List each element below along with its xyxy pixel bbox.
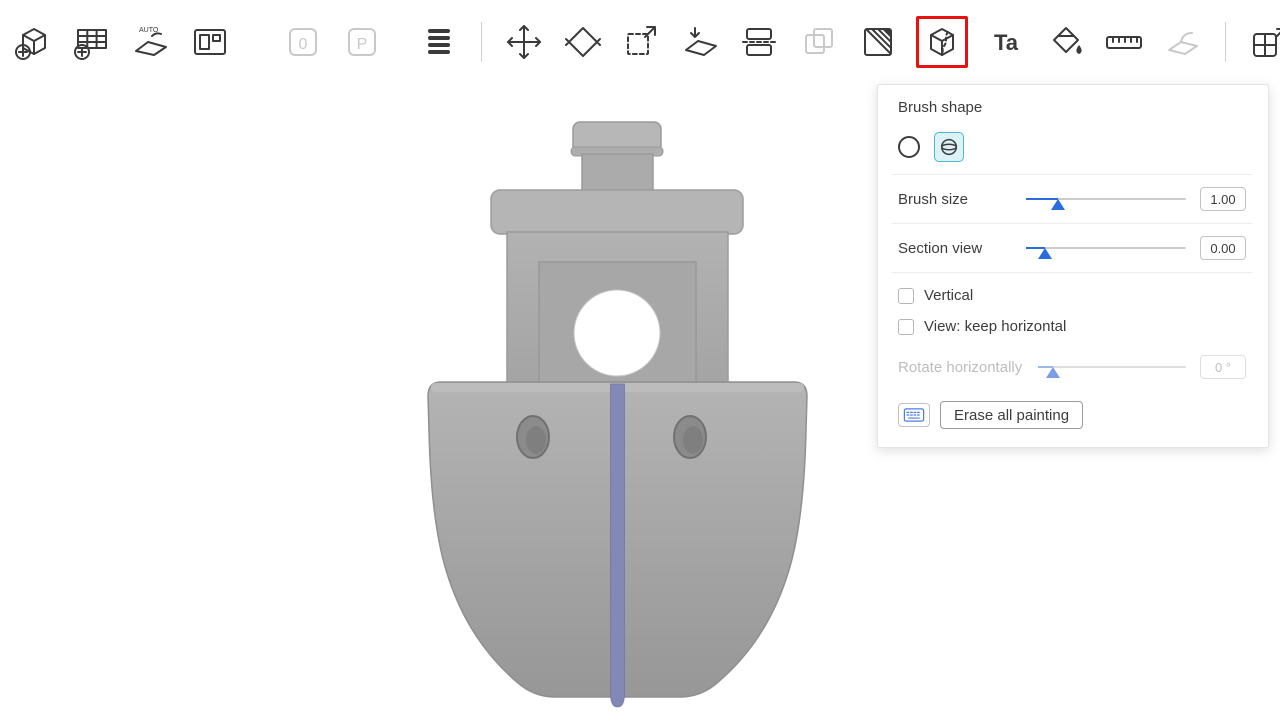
arrange-button[interactable]	[187, 19, 233, 65]
svg-text:0: 0	[299, 36, 308, 53]
section-view-value[interactable]: 0.00	[1200, 236, 1246, 260]
svg-text:Ta: Ta	[994, 30, 1019, 55]
brush-size-label: Brush size	[898, 191, 1026, 208]
panel-divider	[892, 174, 1252, 175]
lay-on-face-button[interactable]	[678, 19, 724, 65]
panel-divider	[892, 223, 1252, 224]
rotate-horizontally-slider	[1038, 356, 1186, 378]
add-object-button[interactable]	[10, 19, 56, 65]
section-view-label: Section view	[898, 240, 1026, 257]
rotate-horizontally-label: Rotate horizontally	[898, 359, 1038, 376]
erase-all-painting-button[interactable]: Erase all painting	[940, 401, 1083, 429]
brush-shape-label: Brush shape	[898, 99, 982, 116]
benchy-roof	[491, 190, 743, 234]
benchy-window	[574, 290, 660, 376]
toolbar-separator	[481, 22, 482, 62]
benchy-porthole-left	[517, 416, 549, 458]
section-view-slider[interactable]	[1026, 237, 1186, 259]
seam-stripe	[611, 384, 625, 707]
benchy-chimney-body	[582, 154, 653, 194]
panel-divider	[892, 272, 1252, 273]
toolbar-separator	[1225, 22, 1226, 62]
seam-painting-button[interactable]	[919, 19, 965, 65]
vertical-checkbox-row[interactable]: Vertical	[898, 287, 1246, 304]
active-tool-highlight	[916, 16, 968, 68]
shortcuts-keyboard-button[interactable]	[898, 403, 930, 427]
color-painting-button[interactable]	[1042, 19, 1088, 65]
move-button[interactable]	[501, 19, 547, 65]
keyboard-icon	[903, 408, 925, 422]
layers-button[interactable]	[416, 19, 462, 65]
rotate-horizontally-slider-thumb	[1046, 367, 1060, 378]
text-tool-button[interactable]: Ta	[983, 19, 1029, 65]
sphere-icon	[938, 136, 960, 158]
keep-horizontal-label: View: keep horizontal	[924, 318, 1066, 335]
toolbar: AUTO 0 P	[0, 0, 1280, 84]
seam-painting-panel: Brush shape Brush size 1.00 Section view…	[877, 84, 1269, 448]
p-badge-button: P	[339, 19, 385, 65]
rotate-horizontally-value: 0 °	[1200, 355, 1246, 379]
add-plate-button[interactable]	[69, 19, 115, 65]
brush-size-slider-thumb[interactable]	[1051, 199, 1065, 210]
auto-orient-button[interactable]: AUTO	[128, 19, 174, 65]
measure-button[interactable]	[1101, 19, 1147, 65]
keep-horizontal-checkbox-row[interactable]: View: keep horizontal	[898, 318, 1246, 335]
brush-shape-circle-option[interactable]	[898, 136, 920, 158]
keep-horizontal-checkbox[interactable]	[898, 319, 914, 335]
cut-button[interactable]	[737, 19, 783, 65]
svg-text:P: P	[357, 36, 368, 53]
clone-button	[796, 19, 842, 65]
zero-badge-button: 0	[280, 19, 326, 65]
brush-shape-sphere-option[interactable]	[934, 132, 964, 162]
vertical-label: Vertical	[924, 287, 973, 304]
variable-layer-height-button[interactable]	[855, 19, 901, 65]
vertical-checkbox[interactable]	[898, 288, 914, 304]
benchy-porthole-right	[674, 416, 706, 458]
rotate-button[interactable]	[560, 19, 606, 65]
brush-size-value[interactable]: 1.00	[1200, 187, 1246, 211]
split-to-objects-button[interactable]	[1245, 19, 1280, 65]
scale-button[interactable]	[619, 19, 665, 65]
section-view-slider-thumb[interactable]	[1038, 248, 1052, 259]
assembly-button	[1160, 19, 1206, 65]
brush-size-slider[interactable]	[1026, 188, 1186, 210]
